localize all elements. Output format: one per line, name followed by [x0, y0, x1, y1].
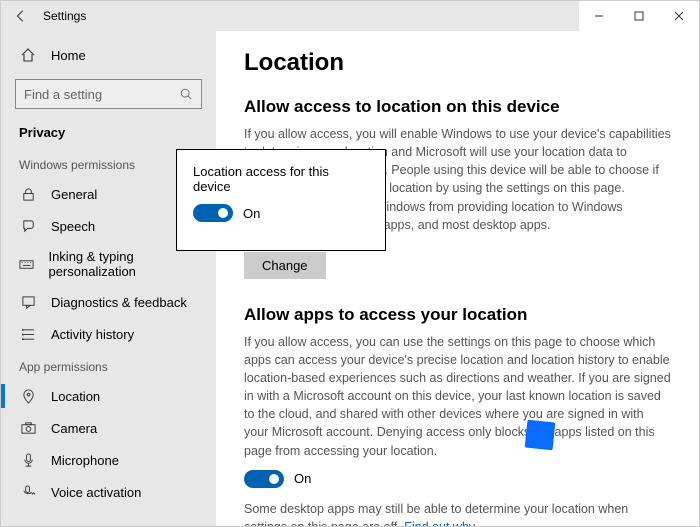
section1-title: Allow access to location on this device [244, 97, 671, 117]
sidebar-home-label: Home [51, 48, 86, 63]
find-out-why-link[interactable]: Find out why [404, 520, 475, 526]
apps-location-toggle[interactable] [244, 470, 284, 488]
sidebar: Home Find a setting Privacy Windows perm… [1, 31, 216, 526]
voice-icon [19, 483, 37, 501]
lock-icon [19, 185, 37, 203]
minimize-button[interactable] [579, 1, 619, 31]
sidebar-item-voice-activation[interactable]: Voice activation [1, 476, 216, 508]
nav-label: Camera [51, 421, 97, 436]
overlay-logo [525, 420, 556, 451]
search-placeholder: Find a setting [24, 87, 102, 102]
sidebar-item-microphone[interactable]: Microphone [1, 444, 216, 476]
back-button[interactable] [1, 1, 41, 31]
sidebar-item-camera[interactable]: Camera [1, 412, 216, 444]
device-location-toggle[interactable] [193, 204, 233, 222]
sidebar-home[interactable]: Home [1, 39, 216, 71]
feedback-icon [19, 293, 37, 311]
window-controls [579, 1, 699, 31]
nav-label: Microphone [51, 453, 119, 468]
window-title: Settings [43, 9, 86, 23]
section2-title: Allow apps to access your location [244, 305, 671, 325]
content-pane: Location Allow access to location on thi… [216, 31, 699, 526]
maximize-button[interactable] [619, 1, 659, 31]
search-icon [179, 87, 193, 101]
device-location-toggle-label: On [243, 206, 260, 221]
sidebar-section-privacy[interactable]: Privacy [1, 117, 216, 148]
nav-label: Diagnostics & feedback [51, 295, 187, 310]
nav-label: Location [51, 389, 100, 404]
location-icon [19, 387, 37, 405]
change-button[interactable]: Change [244, 252, 326, 279]
speech-icon [19, 217, 37, 235]
home-icon [19, 46, 37, 64]
popup-title: Location access for this device [193, 164, 369, 194]
sidebar-heading-appperm: App permissions [1, 350, 216, 380]
sidebar-item-location[interactable]: Location [1, 380, 216, 412]
close-button[interactable] [659, 1, 699, 31]
camera-icon [19, 419, 37, 437]
desktop-apps-note: Some desktop apps may still be able to d… [244, 500, 671, 526]
location-access-popup: Location access for this device On [176, 149, 386, 251]
titlebar: Settings [1, 1, 699, 31]
keyboard-icon [19, 255, 34, 273]
sidebar-item-activity[interactable]: Activity history [1, 318, 216, 350]
section2-body: If you allow access, you can use the set… [244, 333, 671, 460]
history-icon [19, 325, 37, 343]
nav-label: Activity history [51, 327, 134, 342]
apps-location-toggle-label: On [294, 471, 311, 486]
sidebar-item-diagnostics[interactable]: Diagnostics & feedback [1, 286, 216, 318]
page-title: Location [244, 49, 671, 77]
nav-label: Inking & typing personalization [48, 249, 200, 279]
nav-label: Speech [51, 219, 95, 234]
nav-label: General [51, 187, 97, 202]
microphone-icon [19, 451, 37, 469]
nav-label: Voice activation [51, 485, 141, 500]
search-input[interactable]: Find a setting [15, 79, 202, 109]
